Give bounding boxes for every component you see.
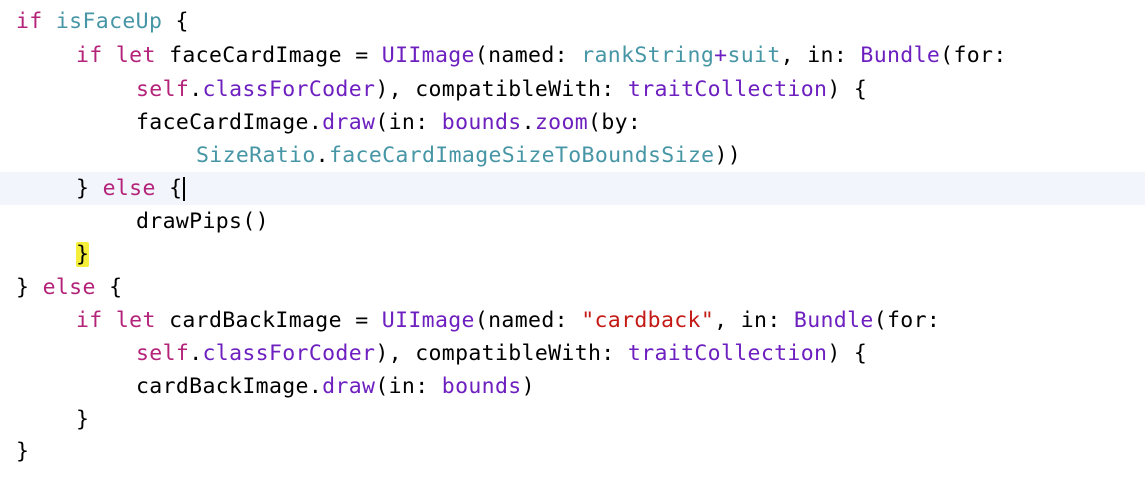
keyword-token: else — [102, 176, 156, 201]
code-line-current[interactable]: } else { — [0, 172, 1145, 205]
code-line[interactable]: } else { — [0, 271, 1145, 304]
code-line[interactable]: if isFaceUp { — [0, 5, 1145, 38]
code-text: (by: — [588, 110, 642, 135]
code-line[interactable]: faceCardImage.draw(in: bounds.zoom(by: — [0, 106, 1145, 139]
code-text: ), compatibleWith: — [375, 77, 628, 102]
type-token: Bundle — [793, 308, 874, 333]
code-text: )) — [714, 143, 742, 168]
code-text: (named: — [474, 43, 582, 68]
code-text: } — [76, 407, 90, 432]
code-text: drawPips() — [136, 209, 269, 234]
type-token: draw — [322, 374, 376, 399]
code-text: { — [155, 176, 183, 201]
type-token: bounds — [441, 374, 522, 399]
code-text: } — [16, 439, 30, 464]
code-line[interactable]: self.classForCoder), compatibleWith: tra… — [0, 73, 1145, 106]
type-token: traitCollection — [627, 341, 828, 366]
keyword-token: else — [42, 275, 96, 300]
code-line[interactable]: } — [0, 435, 1145, 468]
code-text: ) { — [827, 341, 868, 366]
code-text: (for: — [940, 43, 1007, 68]
code-line[interactable]: } — [0, 403, 1145, 436]
type-token: classForCoder — [202, 77, 376, 102]
code-text: cardBackImage = — [155, 308, 382, 333]
type-token: classForCoder — [202, 341, 376, 366]
code-line[interactable]: SizeRatio.faceCardImageSizeToBoundsSize)… — [0, 139, 1145, 172]
code-text: } — [76, 176, 103, 201]
code-line[interactable]: self.classForCoder), compatibleWith: tra… — [0, 337, 1145, 370]
string-literal: "cardback" — [581, 308, 715, 333]
code-text: ) — [521, 374, 535, 399]
keyword-token: self — [136, 341, 190, 366]
code-text: ) { — [827, 77, 868, 102]
code-text: { — [162, 9, 189, 34]
type-token: Bundle — [860, 43, 941, 68]
property-token: rankString — [581, 43, 715, 68]
code-text: { — [95, 275, 123, 300]
code-text: . — [315, 143, 329, 168]
keyword-token: if — [76, 43, 103, 68]
type-token: bounds — [441, 110, 522, 135]
code-text: (in: — [375, 374, 442, 399]
code-text: cardBackImage. — [136, 374, 323, 399]
code-text: (in: — [375, 110, 442, 135]
code-text: , in: — [714, 308, 794, 333]
code-line[interactable]: drawPips() — [0, 205, 1145, 238]
code-text: } — [16, 275, 43, 300]
text-cursor — [183, 177, 186, 201]
property-token: suit — [727, 43, 781, 68]
type-token: zoom — [534, 110, 589, 135]
code-text: . — [189, 341, 203, 366]
type-token: draw — [322, 110, 376, 135]
keyword-token: let — [115, 43, 156, 68]
property-token: faceCardImageSizeToBoundsSize — [328, 143, 715, 168]
keyword-token: let — [115, 308, 156, 333]
code-text: . — [189, 77, 203, 102]
code-editor[interactable]: if isFaceUp {if let faceCardImage = UIIm… — [0, 0, 1145, 477]
type-token: UIImage — [381, 308, 475, 333]
code-text: . — [521, 110, 535, 135]
property-token: SizeRatio — [196, 143, 316, 168]
keyword-token: if — [16, 9, 43, 34]
code-text: ), compatibleWith: — [375, 341, 628, 366]
code-line[interactable]: if let faceCardImage = UIImage(named: ra… — [0, 39, 1145, 72]
matching-brace-highlight: } — [76, 242, 90, 267]
code-text: faceCardImage. — [136, 110, 323, 135]
code-text: faceCardImage = — [155, 43, 382, 68]
code-line[interactable]: } — [0, 238, 1145, 271]
code-line[interactable]: if let cardBackImage = UIImage(named: "c… — [0, 304, 1145, 337]
code-text: (named: — [474, 308, 582, 333]
keyword-token: self — [136, 77, 190, 102]
type-token: UIImage — [381, 43, 475, 68]
code-text: (for: — [873, 308, 941, 333]
property-token: isFaceUp — [55, 9, 163, 34]
keyword-token: if — [76, 308, 103, 333]
type-token: + — [714, 43, 728, 68]
type-token: traitCollection — [627, 77, 828, 102]
code-text: , in: — [780, 43, 861, 68]
code-line[interactable]: cardBackImage.draw(in: bounds) — [0, 370, 1145, 403]
